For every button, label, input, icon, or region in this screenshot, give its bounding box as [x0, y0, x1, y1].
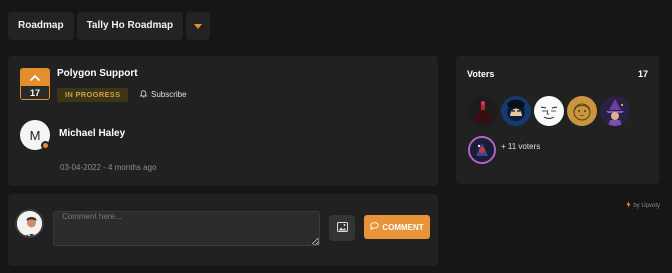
post-card: 17 Polygon Support IN PROGRESS Subscribe… — [8, 56, 438, 186]
breadcrumb: Roadmap Tally Ho Roadmap — [8, 12, 211, 40]
post-title: Polygon Support — [57, 68, 138, 79]
subscribe-label: Subscribe — [151, 90, 187, 99]
comment-button-label: COMMENT — [382, 222, 424, 232]
current-user-avatar — [15, 209, 44, 238]
voters-panel: Voters 17 + 11 voters — [456, 56, 659, 184]
upvote-button[interactable]: 17 — [20, 68, 50, 100]
voter-avatar[interactable] — [534, 96, 564, 126]
status-badge: IN PROGRESS — [57, 88, 129, 102]
voter-avatar[interactable] — [567, 96, 597, 126]
chevron-down-icon — [194, 23, 203, 29]
breadcrumb-board[interactable]: Tally Ho Roadmap — [76, 12, 184, 40]
subscribe-button[interactable]: Subscribe — [139, 89, 187, 100]
voters-count: 17 — [637, 69, 648, 79]
more-voters-label[interactable]: + 11 voters — [501, 142, 540, 151]
voter-avatar-more[interactable] — [468, 136, 496, 164]
board-dropdown-button[interactable] — [186, 12, 211, 40]
arrow-up-icon — [21, 69, 49, 86]
comment-composer: COMMENT — [8, 194, 438, 266]
vote-count: 17 — [21, 86, 49, 99]
powered-by[interactable]: by Upvoty — [626, 201, 660, 210]
voter-avatar[interactable] — [600, 96, 630, 126]
post-date: 03-04-2022 - 4 months ago — [60, 163, 157, 172]
resize-handle[interactable] — [313, 239, 319, 245]
breadcrumb-roadmap[interactable]: Roadmap — [8, 12, 74, 40]
lightning-icon — [626, 201, 631, 210]
voters-title: Voters — [467, 69, 495, 79]
author-name[interactable]: Michael Haley — [59, 128, 125, 139]
attach-image-button[interactable] — [329, 215, 355, 241]
comment-input[interactable] — [53, 211, 320, 246]
voter-avatar[interactable] — [501, 96, 531, 126]
speech-bubble-icon — [370, 222, 380, 232]
admin-badge — [41, 141, 50, 150]
voter-avatar-list — [468, 96, 630, 126]
voter-avatar[interactable] — [468, 96, 498, 126]
bell-icon — [139, 89, 148, 100]
comment-submit-button[interactable]: COMMENT — [364, 215, 430, 239]
image-icon — [336, 219, 348, 237]
powered-by-label: by Upvoty — [633, 202, 660, 209]
